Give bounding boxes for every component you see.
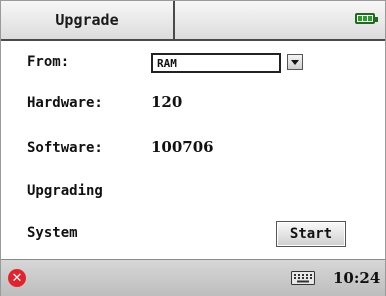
upgrading-label: Upgrading bbox=[27, 183, 103, 199]
battery-full-icon bbox=[355, 13, 378, 24]
clock-time: 10:24 bbox=[333, 269, 381, 287]
system-label: System bbox=[27, 225, 78, 241]
hardware-label: Hardware: bbox=[27, 95, 103, 111]
from-dropdown-button[interactable] bbox=[287, 54, 303, 70]
hardware-value: 120 bbox=[151, 93, 183, 111]
taskbar: ✕ 10:24 bbox=[1, 259, 385, 296]
start-button[interactable]: Start bbox=[276, 221, 346, 247]
from-select[interactable]: RAM bbox=[151, 53, 281, 73]
header-bar: Upgrade bbox=[1, 1, 385, 41]
window: Upgrade From: RAM Hardware: 120 Software… bbox=[0, 0, 386, 296]
keyboard-icon[interactable] bbox=[291, 271, 315, 285]
software-value: 100706 bbox=[151, 138, 214, 156]
page-title: Upgrade bbox=[1, 1, 175, 39]
from-label: From: bbox=[27, 54, 70, 70]
close-icon[interactable]: ✕ bbox=[8, 269, 26, 287]
from-select-value: RAM bbox=[157, 56, 177, 70]
chevron-down-icon bbox=[291, 59, 299, 65]
software-label: Software: bbox=[27, 140, 103, 156]
